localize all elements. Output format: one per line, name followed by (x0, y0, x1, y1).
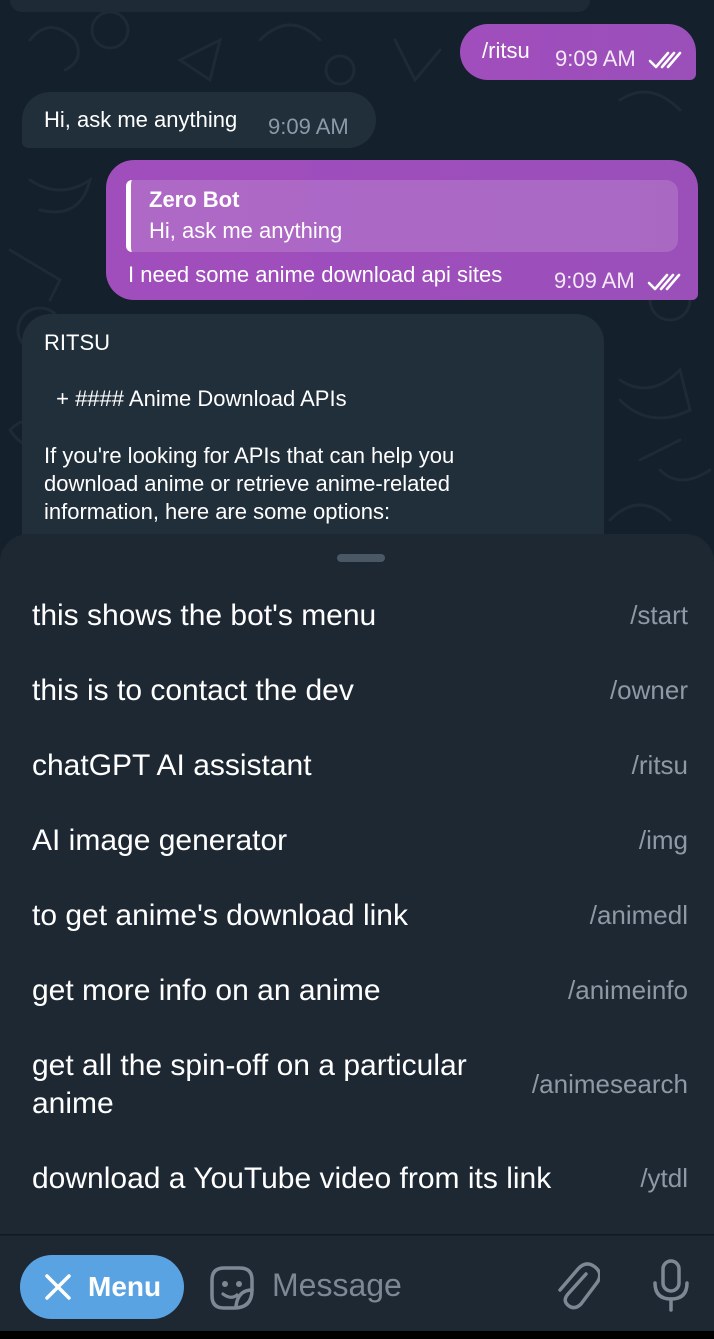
command-item-animesearch[interactable]: get all the spin-off on a particular ani… (0, 1029, 714, 1142)
close-icon (45, 1274, 71, 1300)
menu-button[interactable]: Menu (20, 1255, 184, 1319)
command-description: download a YouTube video from its link (32, 1162, 552, 1195)
command-description: get all the spin-off on a particular ani… (32, 1049, 467, 1120)
command-item-owner[interactable]: this is to contact the dev /owner (0, 654, 714, 729)
outgoing-reply-message[interactable]: Zero Bot Hi, ask me anything I need some… (106, 160, 698, 300)
message-body: If you're looking for APIs that can help… (44, 443, 455, 524)
double-check-icon (648, 51, 682, 69)
command-name: /ytdl (640, 1163, 688, 1193)
message-input[interactable] (272, 1260, 532, 1310)
outgoing-message[interactable]: /ritsu 9:09 AM (460, 24, 696, 80)
previous-message-edge (10, 0, 590, 12)
command-name: /animedl (589, 900, 688, 930)
command-list: this shows the bot's menu /start this is… (0, 579, 714, 1217)
message-meta: 9:09 AM (555, 46, 682, 72)
command-item-start[interactable]: this shows the bot's menu /start (0, 579, 714, 654)
message-text: /ritsu (482, 38, 530, 63)
bot-commands-sheet: this shows the bot's menu /start this is… (0, 534, 714, 1234)
attach-icon[interactable] (554, 1260, 600, 1310)
command-description: AI image generator (32, 824, 288, 857)
message-time: 9:09 AM (554, 268, 635, 293)
command-item-animeinfo[interactable]: get more info on an anime /animeinfo (0, 954, 714, 1029)
command-description: to get anime's download link (32, 899, 408, 932)
double-check-icon (647, 273, 681, 291)
reply-text: Hi, ask me anything (149, 218, 343, 243)
command-name: /animesearch (531, 1069, 688, 1099)
message-text: Hi, ask me anything (44, 107, 238, 132)
microphone-icon[interactable] (652, 1258, 690, 1314)
command-name: /animeinfo (568, 975, 688, 1005)
message-text: I need some anime download api sites (128, 262, 503, 287)
incoming-bot-message[interactable]: RITSU + #### Anime Download APIs If you'… (22, 314, 604, 560)
command-item-ytdl[interactable]: download a YouTube video from its link /… (0, 1142, 714, 1217)
message-time: 9:09 AM (268, 114, 349, 139)
command-description: get more info on an anime (32, 974, 381, 1007)
reply-quote[interactable]: Zero Bot Hi, ask me anything (126, 180, 678, 252)
command-item-animedl[interactable]: to get anime's download link /animedl (0, 879, 714, 954)
command-name: /start (630, 600, 688, 630)
message-sender-name: RITSU (44, 330, 110, 355)
sticker-icon[interactable] (206, 1262, 258, 1314)
command-item-ritsu[interactable]: chatGPT AI assistant /ritsu (0, 729, 714, 804)
navigation-bar-edge (0, 1331, 714, 1339)
command-name: /img (638, 825, 688, 855)
sheet-drag-handle[interactable] (337, 554, 385, 562)
command-item-img[interactable]: AI image generator /img (0, 804, 714, 879)
reply-sender-name: Zero Bot (149, 187, 240, 212)
chat-background: /ritsu 9:09 AM Hi, ask me anything 9:09 … (0, 0, 714, 560)
command-name: /owner (609, 675, 688, 705)
message-input-bar: Menu (0, 1235, 714, 1339)
message-heading: + #### Anime Download APIs (50, 386, 347, 411)
command-name: /ritsu (631, 750, 688, 780)
message-time: 9:09 AM (555, 46, 636, 71)
message-meta: 9:09 AM (554, 268, 681, 294)
menu-button-label: Menu (88, 1271, 162, 1302)
incoming-message[interactable]: Hi, ask me anything 9:09 AM (22, 92, 376, 148)
command-description: chatGPT AI assistant (32, 749, 312, 782)
command-description: this is to contact the dev (32, 674, 354, 707)
command-description: this shows the bot's menu (32, 599, 377, 632)
